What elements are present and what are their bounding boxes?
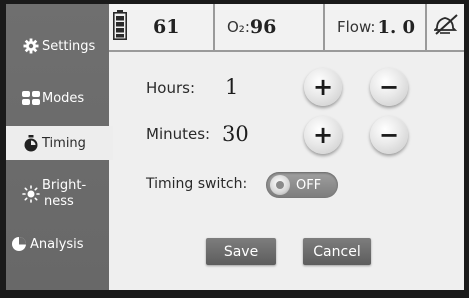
- brightness-label-line1: Bright-: [42, 178, 87, 193]
- hours-increment-button[interactable]: +: [304, 68, 342, 106]
- alarm-cell[interactable]: [429, 4, 464, 50]
- flow-cell: Flow: 1. 0: [327, 4, 427, 50]
- gear-icon: [22, 37, 40, 55]
- sidebar-item-timing[interactable]: Timing: [6, 126, 113, 160]
- cancel-button[interactable]: Cancel: [303, 238, 371, 265]
- touch-screen: Settings Modes Timing Bright- ness Analy…: [6, 4, 464, 290]
- modes-icon: [22, 89, 40, 107]
- hours-label: Hours:: [146, 79, 195, 97]
- sidebar-item-brightness[interactable]: Bright- ness: [6, 176, 109, 212]
- toggle-knob: [270, 175, 290, 195]
- flow-value: 1. 0: [377, 16, 416, 38]
- sidebar-item-label: Timing: [42, 135, 86, 151]
- sidebar: Settings Modes Timing Bright- ness Analy…: [6, 4, 113, 290]
- toggle-state: OFF: [296, 177, 322, 193]
- pulse-cell: 61: [131, 4, 215, 50]
- timing-switch-toggle[interactable]: OFF: [266, 172, 338, 198]
- timing-switch-label: Timing switch:: [146, 176, 248, 192]
- o2-value: 96: [249, 16, 277, 38]
- hours-decrement-button[interactable]: −: [370, 68, 408, 106]
- sidebar-item-label: Modes: [42, 90, 85, 106]
- pulse-value: 61: [153, 16, 180, 38]
- sidebar-item-modes[interactable]: Modes: [6, 86, 109, 110]
- minutes-increment-button[interactable]: +: [304, 116, 342, 154]
- flow-label: Flow:: [337, 18, 376, 36]
- sidebar-item-label: Settings: [42, 38, 96, 54]
- hours-value: 1: [225, 75, 239, 99]
- o2-label: O₂:: [227, 18, 250, 36]
- minutes-decrement-button[interactable]: −: [370, 116, 408, 154]
- minutes-value: 30: [222, 122, 249, 146]
- sidebar-item-label: Analysis: [30, 236, 84, 252]
- save-button[interactable]: Save: [206, 238, 276, 265]
- minutes-label: Minutes:: [146, 125, 211, 143]
- battery-icon: [113, 10, 127, 44]
- battery-cell: [109, 4, 131, 50]
- brightness-label-line2: ness: [44, 194, 74, 209]
- timer-icon: [22, 134, 40, 152]
- sidebar-item-label: Bright- ness: [42, 178, 86, 210]
- brightness-icon: [22, 185, 40, 203]
- pie-chart-icon: [10, 235, 28, 253]
- sidebar-item-analysis[interactable]: Analysis: [6, 232, 109, 256]
- o2-cell: O₂: 96: [217, 4, 325, 50]
- alarm-muted-icon[interactable]: [432, 14, 460, 40]
- status-bar: 61 O₂: 96 Flow: 1. 0: [109, 4, 464, 52]
- sidebar-item-settings[interactable]: Settings: [6, 34, 109, 58]
